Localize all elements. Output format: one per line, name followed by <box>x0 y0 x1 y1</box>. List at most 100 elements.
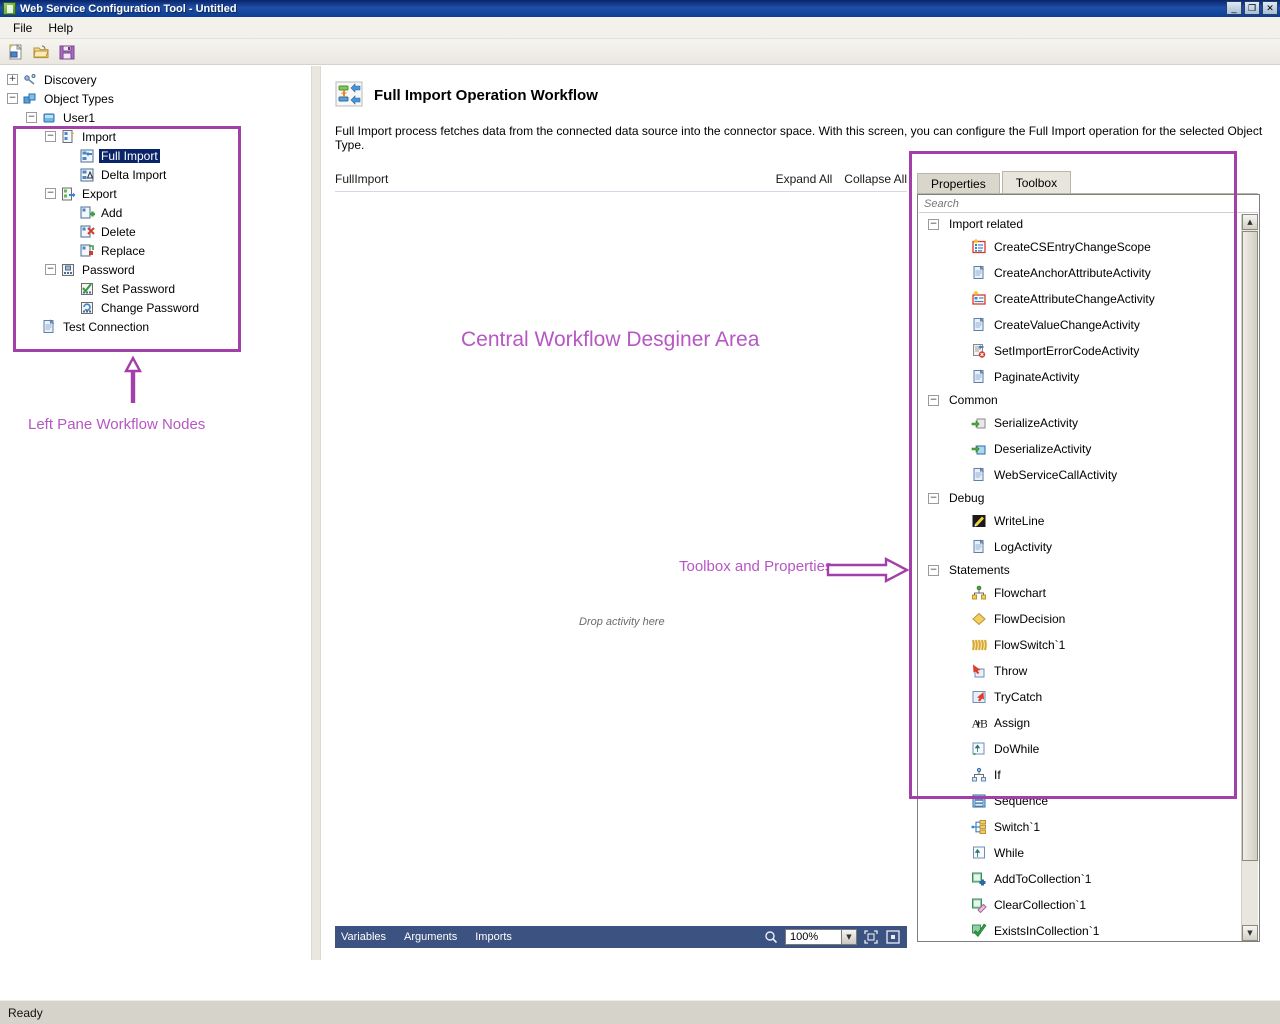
menu-item-file[interactable]: File <box>5 18 40 38</box>
tree-node-user1[interactable]: − User1 <box>0 108 311 127</box>
toolbox-item[interactable]: SerializeActivity <box>919 410 1241 436</box>
zoom-level-combobox[interactable]: 100% ▼ <box>785 929 857 945</box>
toolbox-item[interactable]: WebServiceCallActivity <box>919 462 1241 488</box>
scroll-down-arrow-icon[interactable]: ▼ <box>1242 925 1258 941</box>
pane-splitter[interactable] <box>311 66 321 960</box>
tree-node-delta-import[interactable]: Delta Import <box>0 165 311 184</box>
collapse-all-link[interactable]: Collapse All <box>844 172 907 186</box>
toolbox-item[interactable]: ABAssign <box>919 710 1241 736</box>
designer-toolstrip: FullImport Expand All Collapse All <box>335 166 907 192</box>
tree-node-label: User1 <box>61 111 97 125</box>
overview-map-icon[interactable] <box>885 929 901 945</box>
document-icon <box>971 539 987 555</box>
toolbox-item[interactable]: FlowSwitch`1 <box>919 632 1241 658</box>
toolbox-item[interactable]: CreateAttributeChangeActivity <box>919 286 1241 312</box>
collapse-icon[interactable]: − <box>45 264 56 275</box>
tab-properties[interactable]: Properties <box>917 173 1000 194</box>
imports-button[interactable]: Imports <box>475 931 512 943</box>
chevron-down-icon[interactable]: ▼ <box>841 930 856 944</box>
scrollbar-thumb[interactable] <box>1242 231 1258 861</box>
flow-decision-icon <box>971 611 987 627</box>
toolbox-item[interactable]: WriteLine <box>919 508 1241 534</box>
arguments-button[interactable]: Arguments <box>404 931 457 943</box>
save-button[interactable] <box>56 41 78 63</box>
toolbox-item[interactable]: Switch`1 <box>919 814 1241 840</box>
tab-toolbox[interactable]: Toolbox <box>1002 171 1071 194</box>
toolbox-item[interactable]: SetImportErrorCodeActivity <box>919 338 1241 364</box>
close-button[interactable]: ✕ <box>1262 1 1278 15</box>
toolbox-item[interactable]: CreateCSEntryChangeScope <box>919 234 1241 260</box>
toolbox-item-label: CreateAttributeChangeActivity <box>994 292 1155 306</box>
tree-node-test-connection[interactable]: Test Connection <box>0 317 311 336</box>
collapse-icon[interactable]: − <box>928 493 939 504</box>
toolbox-item[interactable]: DeserializeActivity <box>919 436 1241 462</box>
fit-to-screen-icon[interactable] <box>863 929 879 945</box>
expand-all-link[interactable]: Expand All <box>776 172 833 186</box>
scroll-up-arrow-icon[interactable]: ▲ <box>1242 214 1258 230</box>
tree-node-object-types[interactable]: −Object Types <box>0 89 311 108</box>
tree-node-delete[interactable]: Delete <box>0 222 311 241</box>
toolbox-item[interactable]: While <box>919 840 1241 866</box>
collapse-icon[interactable]: − <box>928 395 939 406</box>
tree-node-discovery[interactable]: +Discovery <box>0 70 311 89</box>
throw-icon <box>971 663 987 679</box>
toolbox-item[interactable]: LogActivity <box>919 534 1241 560</box>
toolbox-scrollbar[interactable]: ▲ ▼ <box>1241 214 1258 941</box>
toolbox-search-input[interactable]: Search <box>919 196 1258 213</box>
toolbox-item-label: WriteLine <box>994 514 1044 528</box>
collapse-icon[interactable]: − <box>45 131 56 142</box>
toolbox-item-label: FlowDecision <box>994 612 1065 626</box>
collapse-icon[interactable]: − <box>45 188 56 199</box>
tree-node-label: Set Password <box>99 282 177 296</box>
window-controls: _ ❐ ✕ <box>1226 1 1278 15</box>
expand-icon[interactable]: + <box>7 74 18 85</box>
toolbox-item[interactable]: Flowchart <box>919 580 1241 606</box>
open-folder-button[interactable] <box>30 41 52 63</box>
new-document-button[interactable] <box>4 41 26 63</box>
toolbox-item[interactable]: AddToCollection`1 <box>919 866 1241 892</box>
tree-node-password[interactable]: −Password <box>0 260 311 279</box>
tree-node-export[interactable]: −Export <box>0 184 311 203</box>
tree-node-full-import[interactable]: Full Import <box>0 146 311 165</box>
tree-node-import[interactable]: −Import <box>0 127 311 146</box>
tree-node-add[interactable]: Add <box>0 203 311 222</box>
toolbox-item[interactable]: CreateValueChangeActivity <box>919 312 1241 338</box>
toolbox-item-list[interactable]: −Import relatedCreateCSEntryChangeScopeC… <box>919 214 1241 941</box>
maximize-button[interactable]: ❐ <box>1244 1 1260 15</box>
toolbox-item[interactable]: ExistsInCollection`1 <box>919 918 1241 941</box>
error-document-icon <box>971 343 987 359</box>
menu-item-help[interactable]: Help <box>40 18 81 38</box>
collapse-icon[interactable]: − <box>7 93 18 104</box>
toolbox-item[interactable]: FlowDecision <box>919 606 1241 632</box>
toolbox-item[interactable]: CreateAnchorAttributeActivity <box>919 260 1241 286</box>
tree-node-change-password[interactable]: Change Password <box>0 298 311 317</box>
minimize-button[interactable]: _ <box>1226 1 1242 15</box>
toolbox-item-label: FlowSwitch`1 <box>994 638 1065 652</box>
tree-node-replace[interactable]: Replace <box>0 241 311 260</box>
object-types-icon <box>22 91 38 107</box>
toolbox-item[interactable]: TryCatch <box>919 684 1241 710</box>
document-icon <box>971 317 987 333</box>
toolbox-item[interactable]: If <box>919 762 1241 788</box>
toolbox-item-label: ClearCollection`1 <box>994 898 1086 912</box>
workflow-tree-pane[interactable]: +Discovery−Object Types−User1−ImportFull… <box>0 66 311 960</box>
designer-activity-name: FullImport <box>335 172 388 186</box>
test-connection-icon <box>41 319 57 335</box>
tree-node-set-password[interactable]: Set Password <box>0 279 311 298</box>
collapse-icon[interactable]: − <box>26 112 37 123</box>
toolbox-group-import-related[interactable]: −Import related <box>919 214 1241 234</box>
toolbox-group-statements[interactable]: −Statements <box>919 560 1241 580</box>
toolbox-item[interactable]: ClearCollection`1 <box>919 892 1241 918</box>
collapse-icon[interactable]: − <box>928 565 939 576</box>
collapse-icon[interactable]: − <box>928 219 939 230</box>
toolbox-item-label: CreateValueChangeActivity <box>994 318 1140 332</box>
toolbox-item[interactable]: Sequence <box>919 788 1241 814</box>
toolbox-item[interactable]: PaginateActivity <box>919 364 1241 390</box>
attribute-change-icon <box>971 291 987 307</box>
toolbox-group-common[interactable]: −Common <box>919 390 1241 410</box>
exists-in-collection-icon <box>971 923 987 939</box>
toolbox-group-debug[interactable]: −Debug <box>919 488 1241 508</box>
variables-button[interactable]: Variables <box>341 931 386 943</box>
toolbox-item[interactable]: DoWhile <box>919 736 1241 762</box>
toolbox-item[interactable]: Throw <box>919 658 1241 684</box>
